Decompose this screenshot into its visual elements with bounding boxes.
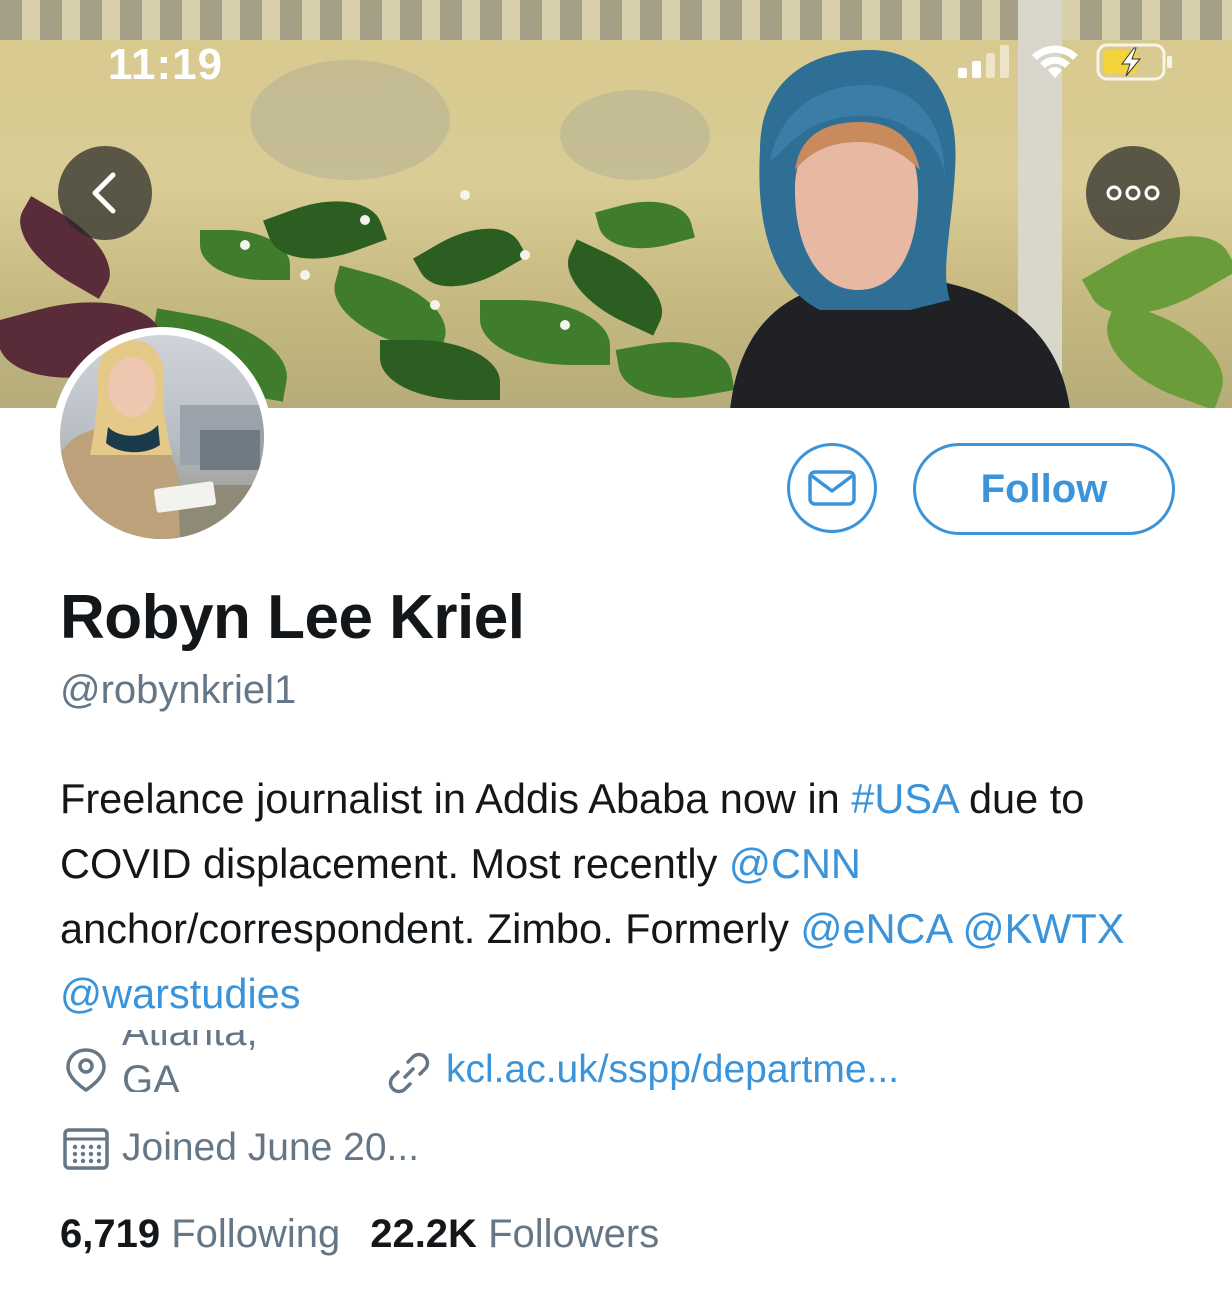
calendar-icon (63, 1128, 109, 1170)
followers-count: 22.2K (370, 1212, 477, 1256)
profile-stats: 6,719 Following 22.2K Followers (60, 1212, 659, 1257)
back-button[interactable] (58, 146, 152, 240)
mail-icon (808, 470, 856, 506)
link-icon (388, 1052, 430, 1094)
ellipsis-icon (1106, 185, 1160, 201)
battery-charging-icon (1096, 43, 1172, 81)
profile-location: Atlanta, GA (122, 1030, 258, 1092)
bio-mention-kwtx[interactable]: @KWTX (962, 905, 1124, 952)
chevron-left-icon (92, 172, 116, 214)
more-options-button[interactable] (1086, 146, 1180, 240)
bio-text: anchor/correspondent. Zimbo. Formerly (60, 905, 801, 952)
bio-text: Freelance journalist in Addis Ababa now … (60, 775, 852, 822)
follow-button[interactable]: Follow (913, 443, 1175, 535)
status-bar: 11:19 (0, 0, 1232, 130)
wifi-icon (1032, 45, 1078, 78)
profile-name: Robyn Lee Kriel (60, 583, 525, 652)
location-pin-icon (66, 1048, 106, 1093)
bio-text (951, 905, 963, 952)
profile-website-link[interactable]: kcl.ac.uk/sspp/departme... (446, 1048, 899, 1092)
message-button[interactable] (787, 443, 877, 533)
bio-mention-warstudies[interactable]: @warstudies (60, 970, 301, 1017)
signal-icon (958, 45, 1009, 78)
status-time: 11:19 (108, 40, 224, 89)
bio-mention-cnn[interactable]: @CNN (729, 840, 861, 887)
profile-bio: Freelance journalist in Addis Ababa now … (60, 766, 1190, 1026)
followers-label: Followers (488, 1212, 660, 1256)
following-label: Following (171, 1212, 341, 1256)
profile-avatar[interactable] (52, 327, 272, 547)
profile-handle: @robynkriel1 (60, 668, 297, 712)
avatar-photo (60, 335, 264, 539)
following-count: 6,719 (60, 1212, 161, 1256)
bio-mention-enca[interactable]: @eNCA (800, 905, 951, 952)
bio-hashtag-usa[interactable]: #USA (851, 775, 957, 822)
followers-stat[interactable]: 22.2K Followers (370, 1212, 659, 1257)
profile-joined-date: Joined June 20... (122, 1126, 420, 1169)
following-stat[interactable]: 6,719 Following (60, 1212, 340, 1257)
